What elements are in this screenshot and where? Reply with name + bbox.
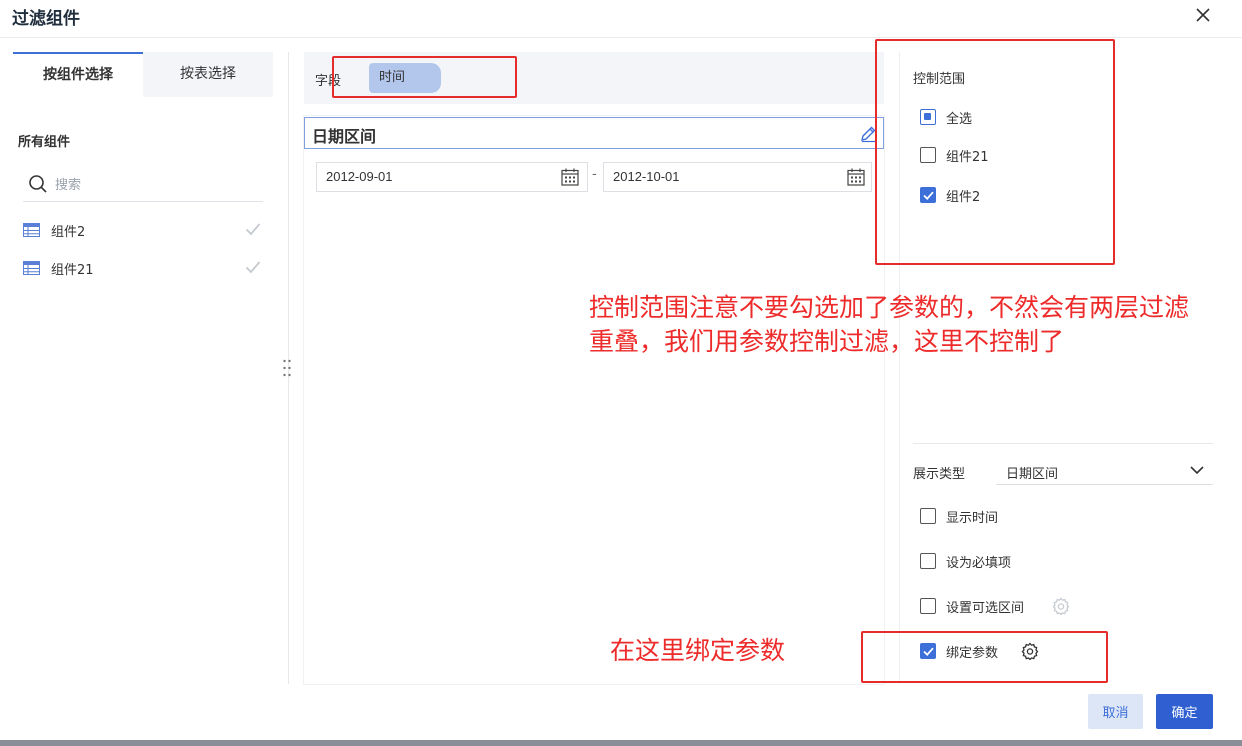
checkbox-label: 显示时间 [946,511,999,526]
calendar-icon[interactable] [847,168,865,186]
search-icon [29,175,47,193]
tab-by-component[interactable]: 按组件选择 [13,52,143,97]
date-end-input[interactable]: 2012-10-01 [603,162,872,192]
drag-handle-icon[interactable] [282,358,292,378]
bottom-edge [0,740,1242,746]
checkbox-label: 设为必填项 [946,556,1012,571]
annotation-note-line1: 控制范围注意不要勾选加了参数的，不然会有两层过滤 [589,293,1190,322]
date-end-value: 2012-10-01 [613,169,680,184]
left-tabs: 按组件选择 按表选择 [13,52,273,97]
annotation-note-line2: 重叠，我们用参数控制过滤，这里不控制了 [589,327,1065,356]
date-separator: - [592,167,597,182]
annotation-box-field [332,56,517,98]
preview-title: 日期区间 [312,127,377,146]
checkbox-unchecked-icon[interactable] [920,508,936,524]
gear-icon[interactable] [1052,597,1070,615]
component-label: 组件2 [51,225,86,240]
date-start-input[interactable]: 2012-09-01 [316,162,588,192]
annotation-box-bind-parameter [861,631,1108,683]
component-label: 组件21 [51,263,94,278]
checkbox-unchecked-icon[interactable] [920,598,936,614]
checkbox-label: 设置可选区间 [946,601,1025,616]
filter-preview-card: 日期区间 2012-09-01 - 2012-10-01 [304,116,884,684]
search-box [23,166,263,202]
right-section-divider [913,443,1213,444]
confirm-button[interactable]: 确定 [1156,694,1213,729]
dialog-title: 过滤组件 [12,9,80,29]
search-input[interactable] [55,174,255,194]
table-icon [23,261,40,275]
display-type-value: 日期区间 [1006,467,1059,482]
chevron-down-icon [1190,466,1204,475]
tab-by-table[interactable]: 按表选择 [143,52,273,97]
dialog-header: 过滤组件 [0,0,1242,38]
component-item-21[interactable]: 组件21 [23,256,265,280]
annotation-box-control-scope [875,39,1115,265]
all-components-title: 所有组件 [18,135,71,150]
date-start-value: 2012-09-01 [326,169,393,184]
calendar-icon[interactable] [561,168,579,186]
preview-title-row: 日期区间 [304,117,884,149]
close-icon[interactable] [1193,5,1213,25]
display-type-label: 展示类型 [913,467,966,482]
cancel-button[interactable]: 取消 [1088,694,1143,729]
component-item-2[interactable]: 组件2 [23,218,265,242]
check-icon [245,223,261,236]
display-type-select[interactable]: 日期区间 [996,455,1213,485]
check-icon [245,261,261,274]
checkbox-unchecked-icon[interactable] [920,553,936,569]
annotation-note-bind: 在这里绑定参数 [610,636,786,665]
table-icon [23,223,40,237]
